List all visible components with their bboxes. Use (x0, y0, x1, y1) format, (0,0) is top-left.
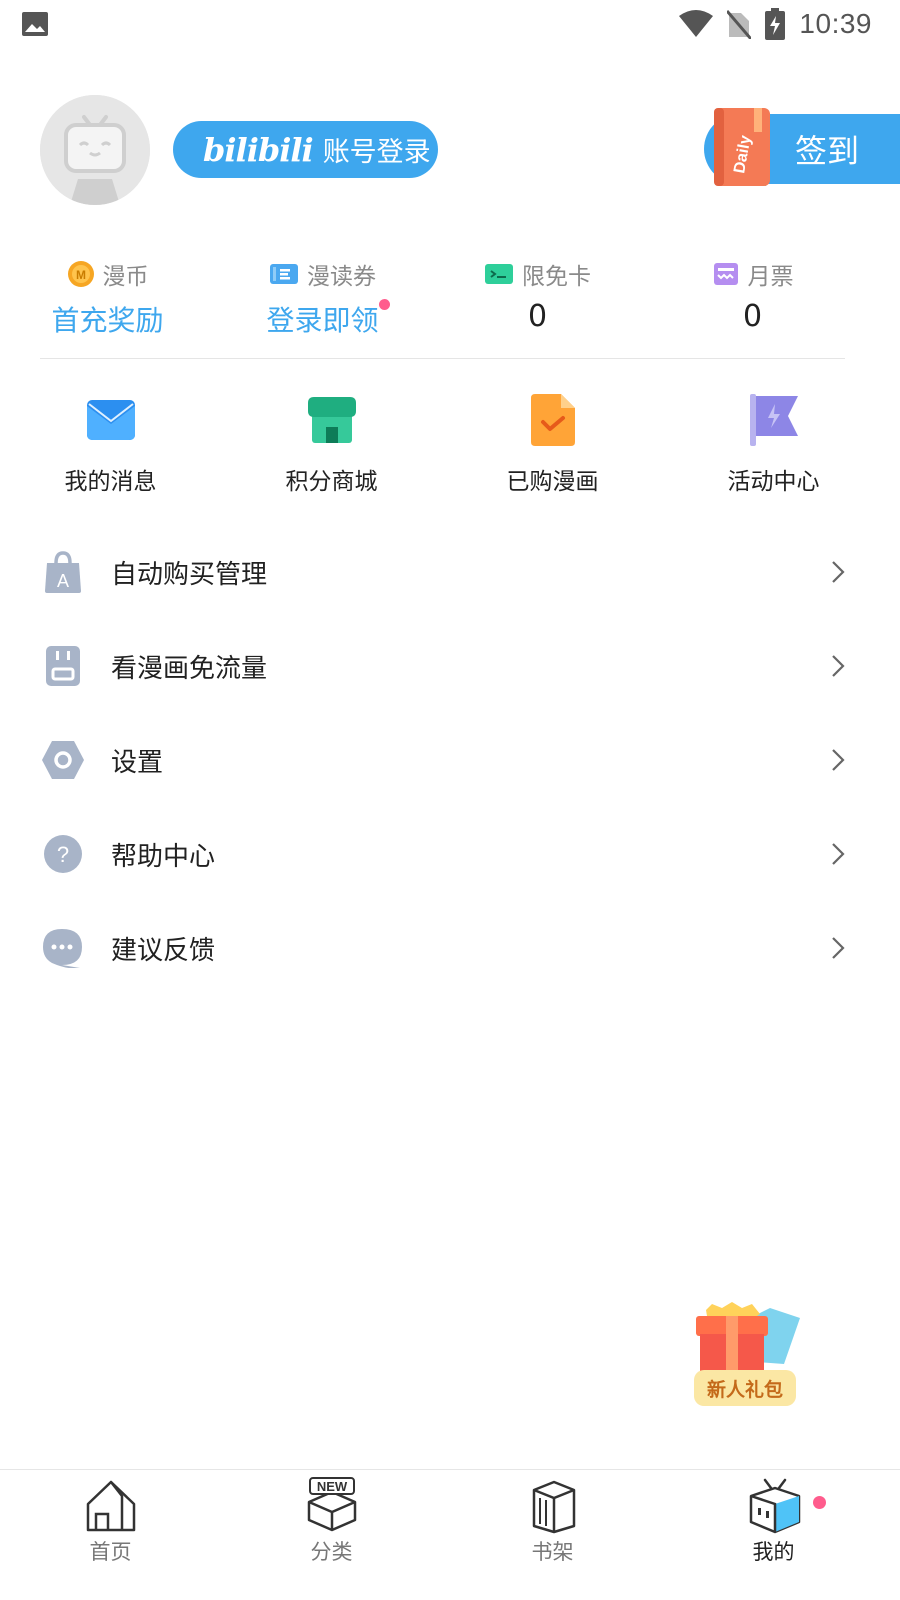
feedback-bubble-icon (43, 929, 82, 968)
menu-item-free-data[interactable]: 看漫画免流量 (0, 619, 900, 713)
daily-book-icon: Daily (714, 108, 770, 186)
profile-tv-icon (749, 1478, 800, 1534)
daily-signin-button[interactable]: Daily 签到 (700, 100, 900, 195)
purchased-comic-icon (530, 394, 575, 446)
settings-menu: A 自动购买管理 看漫画免流量 设置 ? 帮助中心 建议反馈 (0, 525, 900, 995)
nav-tab-bookshelf[interactable]: 书架 (442, 1470, 663, 1600)
bottom-nav: 首页 NEW 分类 书架 我的 (0, 1469, 900, 1600)
nav-tab-mine[interactable]: 我的 (663, 1470, 884, 1600)
wallet-value: 0 (527, 299, 548, 334)
chevron-right-icon (832, 843, 845, 865)
menu-label: 帮助中心 (111, 841, 216, 872)
menu-item-auto-purchase[interactable]: A 自动购买管理 (0, 525, 900, 619)
notification-dot (813, 1496, 826, 1509)
coin-icon: M (67, 261, 94, 287)
gallery-icon (22, 12, 48, 36)
sim-card-icon (46, 646, 80, 686)
chevron-right-icon (832, 937, 845, 959)
nav-label: 书架 (531, 1540, 574, 1564)
bookshelf-icon (532, 1480, 575, 1534)
menu-label: 看漫画免流量 (111, 653, 268, 684)
account-login-button[interactable]: bilibili 账号登录 (173, 121, 438, 178)
shortcut-label: 我的消息 (64, 469, 157, 495)
svg-text:M: M (76, 268, 86, 282)
nav-label: 首页 (89, 1540, 132, 1564)
svg-text:?: ? (57, 842, 69, 867)
nav-label: 分类 (310, 1540, 353, 1564)
login-label: 账号登录 (322, 137, 431, 168)
home-icon (86, 1480, 135, 1532)
flag-icon (749, 394, 798, 446)
wallet-item-monthly-ticket[interactable]: 月票 0 (645, 255, 860, 340)
shortcut-label: 活动中心 (727, 469, 820, 495)
store-icon (307, 397, 356, 443)
wallet-label: 月票 (747, 264, 794, 290)
avatar[interactable] (40, 95, 150, 205)
nav-tab-home[interactable]: 首页 (0, 1470, 221, 1600)
menu-item-help[interactable]: ? 帮助中心 (0, 807, 900, 901)
monthly-ticket-icon (713, 263, 738, 285)
status-time: 10:39 (799, 8, 872, 39)
shortcut-messages[interactable]: 我的消息 (0, 390, 221, 500)
menu-item-settings[interactable]: 设置 (0, 713, 900, 807)
gift-label: 新人礼包 (694, 1370, 796, 1406)
chevron-right-icon (832, 655, 845, 677)
help-icon: ? (44, 835, 82, 873)
menu-item-feedback[interactable]: 建议反馈 (0, 901, 900, 995)
free-card-icon (485, 264, 513, 284)
shortcut-purchased-comics[interactable]: 已购漫画 (442, 390, 663, 500)
svg-text:NEW: NEW (316, 1479, 347, 1494)
menu-label: 建议反馈 (111, 935, 216, 966)
svg-text:A: A (57, 571, 69, 591)
wallet-value: 0 (742, 299, 763, 334)
divider (40, 358, 845, 359)
wallet-label: 漫读券 (307, 264, 376, 290)
nav-label: 我的 (752, 1540, 795, 1564)
envelope-icon (86, 400, 135, 440)
wifi-icon (679, 10, 714, 37)
shortcut-event-center[interactable]: 活动中心 (663, 390, 884, 500)
no-sim-icon (727, 10, 752, 39)
nav-tab-category[interactable]: NEW 分类 (221, 1470, 442, 1600)
wallet-item-read-voucher[interactable]: 漫读券 登录即领 (215, 255, 430, 340)
wallet-item-free-card[interactable]: 限免卡 0 (430, 255, 645, 340)
status-bar: 10:39 (0, 0, 900, 50)
wallet-label: 限免卡 (522, 264, 591, 290)
shopping-bag-icon: A (45, 551, 81, 593)
shortcut-label: 积分商城 (285, 469, 378, 495)
wallet-row: M 漫币 首充奖励 漫读券 登录即领 限免卡 0 月票 0 (0, 255, 900, 340)
bilibili-logo: bilibili (203, 130, 314, 169)
wallet-value: 首充奖励 (51, 304, 164, 337)
wallet-label: 漫币 (102, 264, 149, 290)
new-user-gift-button[interactable]: 新人礼包 (688, 1302, 806, 1412)
chevron-right-icon (832, 561, 845, 583)
category-new-icon: NEW (307, 1477, 356, 1532)
menu-label: 设置 (111, 747, 164, 778)
default-avatar-tv-icon (40, 95, 150, 205)
shortcut-label: 已购漫画 (506, 469, 599, 495)
ticket-icon (270, 264, 298, 284)
notification-dot (379, 299, 390, 310)
battery-charging-icon (765, 8, 786, 40)
chevron-right-icon (832, 749, 845, 771)
wallet-value: 登录即领 (266, 304, 379, 337)
shortcut-points-store[interactable]: 积分商城 (221, 390, 442, 500)
shortcut-grid: 我的消息 积分商城 已购漫画 活动中心 (0, 390, 900, 500)
signin-label: 签到 (795, 132, 860, 170)
wallet-item-coins[interactable]: M 漫币 首充奖励 (0, 255, 215, 340)
settings-hexagon-icon (42, 741, 84, 779)
menu-label: 自动购买管理 (111, 559, 268, 590)
